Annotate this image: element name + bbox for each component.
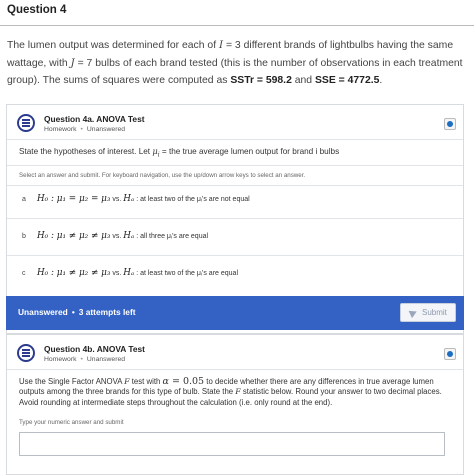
question-4b-meta: Homework • Unanswered <box>44 356 126 363</box>
question-type: Homework <box>44 356 77 363</box>
info-badge-icon[interactable] <box>444 118 456 130</box>
vs-label: vs. <box>110 270 124 277</box>
numeric-answer-input[interactable] <box>19 432 445 456</box>
question-4a-meta: Homework • Unanswered <box>44 126 126 133</box>
question-4b-title: Question 4b. ANOVA Test <box>44 344 145 354</box>
choice-letter: a <box>22 196 26 203</box>
alt-hypothesis: Hₐ <box>123 268 135 278</box>
sse-value: SSE = 4772.5 <box>314 75 380 86</box>
answer-hint: Select an answer and submit. For keyboar… <box>19 172 306 179</box>
footer-status: Unanswered <box>18 307 68 317</box>
prompt-text-1: Use the Single Factor ANOVA <box>19 377 125 386</box>
alt-description: : all three μᵢ's are equal <box>134 233 209 240</box>
question-4a-footer: Unanswered • 3 attempts left Submit <box>6 296 464 330</box>
intro-eq-i: = 3 <box>223 40 241 51</box>
alpha-value: = 0.05 <box>168 376 205 387</box>
vs-label: vs. <box>110 196 124 203</box>
question-list-icon <box>17 344 35 362</box>
problem-intro: The lumen output was determined for each… <box>7 37 469 90</box>
heading-rule <box>0 25 474 26</box>
choice-a[interactable]: a H₀ : μ₁ = μ₂ = μ₃ vs. Hₐ : at least tw… <box>7 186 463 217</box>
choice-text: H₀ : μ₁ ≠ μ₂ ≠ μ₃ vs. Hₐ : all three μᵢ'… <box>37 230 208 241</box>
choice-letter: b <box>22 233 26 240</box>
question-status: Unanswered <box>86 126 126 133</box>
intro-text-4: and <box>291 75 315 86</box>
attempts-status: Unanswered • 3 attempts left <box>18 307 136 317</box>
question-4a-title: Question 4a. ANOVA Test <box>44 114 145 124</box>
choice-text: H₀ : μ₁ = μ₂ = μ₃ vs. Hₐ : at least two … <box>37 193 250 204</box>
question-4a-prompt: State the hypotheses of interest. Let μi… <box>19 146 339 159</box>
question-status: Unanswered <box>86 356 126 363</box>
divider <box>7 369 463 370</box>
answer-hint: Type your numeric answer and submit <box>19 419 124 426</box>
divider <box>7 165 463 166</box>
question-4b-card: Question 4b. ANOVA Test Homework • Unanswe… <box>6 334 464 475</box>
prompt-rest: = the true average lumen output for bran… <box>159 147 340 156</box>
prompt-text: State the hypotheses of interest. Let <box>19 147 153 156</box>
vs-label: vs. <box>110 233 124 240</box>
choice-b[interactable]: b H₀ : μ₁ ≠ μ₂ ≠ μ₃ vs. Hₐ : all three μ… <box>7 223 463 254</box>
question-heading: Question 4 <box>7 4 67 16</box>
send-icon <box>408 307 419 319</box>
null-hypothesis: H₀ : μ₁ = μ₂ = μ₃ <box>37 194 111 204</box>
intro-eq-j: = 7 <box>74 57 93 69</box>
question-4b-prompt: Use the Single Factor ANOVA F test with … <box>19 376 451 408</box>
alt-hypothesis: Hₐ <box>123 231 135 241</box>
info-badge-icon[interactable] <box>444 348 456 360</box>
choice-letter: c <box>22 270 26 277</box>
sstr-value: SSTr = 598.2 <box>230 75 292 86</box>
null-hypothesis: H₀ : μ₁ ≠ μ₂ ≠ μ₃ <box>37 268 111 278</box>
null-hypothesis: H₀ : μ₁ ≠ μ₂ ≠ μ₃ <box>37 231 111 241</box>
question-list-icon <box>17 114 35 132</box>
alt-description: : at least two of the μᵢ's are equal <box>134 270 238 277</box>
prompt-text-2: test with <box>129 377 163 386</box>
intro-text-1: The lumen output was determined for each… <box>7 40 219 51</box>
submit-label: Submit <box>422 308 447 317</box>
submit-button[interactable]: Submit <box>400 303 456 322</box>
choice-c[interactable]: c H₀ : μ₁ ≠ μ₂ ≠ μ₃ vs. Hₐ : at least tw… <box>7 260 463 291</box>
divider <box>7 218 463 219</box>
choice-text: H₀ : μ₁ ≠ μ₂ ≠ μ₃ vs. Hₐ : at least two … <box>37 267 238 278</box>
alt-description: : at least two of the μᵢ's are not equal <box>134 196 250 203</box>
intro-text-5: . <box>379 75 383 86</box>
question-type: Homework <box>44 126 77 133</box>
divider <box>7 255 463 256</box>
alt-hypothesis: Hₐ <box>123 194 135 204</box>
divider <box>7 139 463 140</box>
attempts-left: 3 attempts left <box>78 307 136 317</box>
